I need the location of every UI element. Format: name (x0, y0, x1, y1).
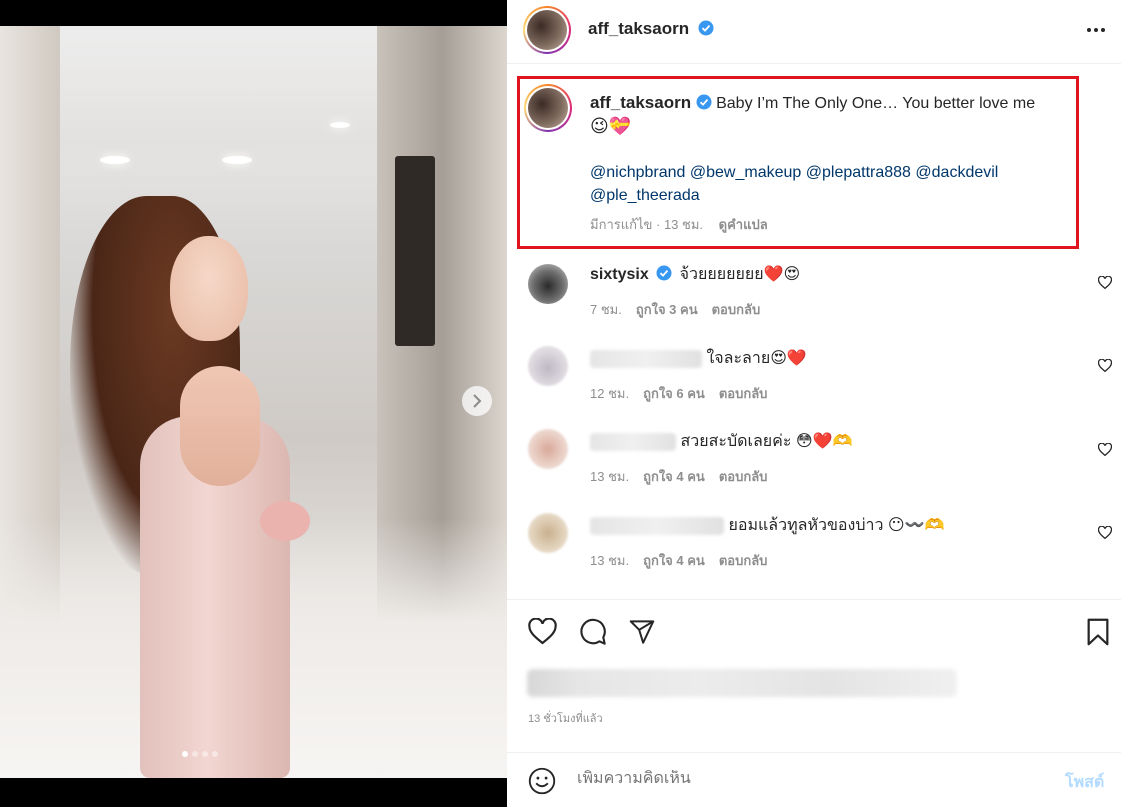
photo-ceiling-light (100, 156, 130, 164)
emoji-smiley-icon[interactable] (528, 767, 556, 795)
mention-link[interactable]: @plepattra888 (806, 164, 911, 181)
comment-line: สวยสะบัดเลยค่ะ 😳❤️🫶 (590, 431, 852, 453)
reply-button[interactable]: ตอบกลับ (719, 386, 768, 401)
commenter-avatar[interactable] (528, 513, 568, 553)
comment-item: สวยสะบัดเลยค่ะ 😳❤️🫶 13 ชม. ถูกใจ 4 คน ตอบก… (507, 425, 1121, 509)
comment-text: ยอมแล้วทูลหัวของบ่าว 😶〰️🫶 (728, 517, 945, 534)
comment-text: สวยสะบัดเลยค่ะ 😳❤️🫶 (680, 433, 853, 450)
carousel-dot (212, 751, 218, 757)
comment-item: sixtysix จ้วยยยยยยย❤️😍 7 ชม. ถูกใจ 3 คน ตอ… (507, 258, 1121, 342)
like-comment-heart-icon[interactable] (1098, 526, 1112, 539)
photo-door (395, 156, 435, 346)
more-dot (1087, 28, 1091, 32)
commenter-username[interactable]: sixtysix (590, 266, 649, 283)
caption-edited-time: มีการแก้ไข · 13 ชม. (590, 217, 704, 232)
photo-face (170, 236, 248, 341)
verified-badge-icon (696, 94, 712, 110)
mention-link[interactable]: @ple_theerada (590, 187, 700, 204)
post-timestamp: 13 ชั่วโมงที่แล้ว (528, 713, 603, 725)
comment-time: 7 ชม. (590, 302, 622, 317)
like-heart-icon[interactable] (528, 618, 557, 645)
verified-badge-icon (698, 20, 714, 36)
commenter-username-blurred[interactable] (590, 349, 702, 368)
action-bar (507, 599, 1121, 659)
comment-meta: 13 ชม. ถูกใจ 4 คน ตอบกลับ (590, 550, 767, 571)
comment-meta: 13 ชม. ถูกใจ 4 คน ตอบกลับ (590, 466, 767, 487)
add-comment-input[interactable] (577, 770, 997, 788)
author-username[interactable]: aff_taksaorn (588, 19, 689, 38)
commenter-avatar[interactable] (528, 429, 568, 469)
post-header: aff_taksaorn (507, 0, 1121, 64)
post-photo[interactable] (0, 26, 507, 778)
comment-meta: 12 ชม. ถูกใจ 6 คน ตอบกลับ (590, 383, 767, 404)
commenter-username-blurred[interactable] (590, 516, 724, 535)
more-options-button[interactable] (1083, 20, 1109, 40)
caption-text: Baby I’m The Only One… You better love m… (716, 95, 1036, 112)
author-avatar[interactable] (523, 6, 571, 54)
author-name-row: aff_taksaorn (588, 19, 714, 39)
comment-bubble-icon[interactable] (579, 618, 607, 646)
photo-dress-bow (260, 501, 310, 541)
caption-emoji: 😉💝 (590, 116, 632, 136)
comment-line: sixtysix จ้วยยยยยยย❤️😍 (590, 264, 800, 286)
caption-author-avatar[interactable] (524, 84, 572, 132)
post-caption: aff_taksaorn Baby I’m The Only One… You b… (590, 91, 1080, 236)
likes-summary-blurred[interactable] (527, 669, 957, 697)
mention-link[interactable]: @dackdevil (915, 164, 998, 181)
comment-time: 13 ชม. (590, 469, 630, 484)
comment-time: 12 ชม. (590, 386, 630, 401)
comment-likes-link[interactable]: ถูกใจ 6 คน (643, 386, 705, 401)
reply-button[interactable]: ตอบกลับ (719, 553, 768, 568)
post-details-panel: aff_taksaorn aff_taksaorn Baby I’m The On… (507, 0, 1121, 807)
comment-meta: 7 ชม. ถูกใจ 3 คน ตอบกลับ (590, 299, 760, 320)
caption-author-username[interactable]: aff_taksaorn (590, 93, 691, 112)
comment-line: ยอมแล้วทูลหัวของบ่าว 😶〰️🫶 (590, 515, 944, 537)
commenter-avatar[interactable] (528, 346, 568, 386)
mention-link[interactable]: @bew_makeup (690, 164, 801, 181)
commenter-username-blurred[interactable] (590, 432, 676, 451)
comment-likes-link[interactable]: ถูกใจ 4 คน (643, 553, 705, 568)
chevron-right-icon (473, 394, 482, 408)
mention-link[interactable]: @nichpbrand (590, 164, 685, 181)
like-comment-heart-icon[interactable] (1098, 359, 1112, 372)
post-photo-panel (0, 0, 507, 807)
photo-ceiling-light (222, 156, 252, 164)
photo-ceiling-light (330, 122, 350, 128)
carousel-dots (182, 751, 218, 757)
reply-button[interactable]: ตอบกลับ (719, 469, 768, 484)
save-bookmark-icon[interactable] (1086, 618, 1110, 646)
see-translation-link[interactable]: ดูคำแปล (719, 217, 768, 232)
more-dot (1101, 28, 1105, 32)
comment-likes-link[interactable]: ถูกใจ 4 คน (643, 469, 705, 484)
post-comment-button[interactable]: โพสต์ (1065, 770, 1104, 795)
comment-item: ใจละลาย😍❤️ 12 ชม. ถูกใจ 6 คน ตอบกลับ (507, 342, 1121, 426)
comment-item: ยอมแล้วทูลหัวของบ่าว 😶〰️🫶 13 ชม. ถูกใจ 4 … (507, 509, 1121, 593)
like-comment-heart-icon[interactable] (1098, 443, 1112, 456)
comment-likes-link[interactable]: ถูกใจ 3 คน (636, 302, 698, 317)
more-dot (1094, 28, 1098, 32)
reply-button[interactable]: ตอบกลับ (712, 302, 761, 317)
caption-meta: มีการแก้ไข · 13 ชม. ดูคำแปล (590, 213, 1080, 236)
comment-text: จ้วยยยยยยย❤️😍 (679, 266, 801, 283)
comment-line: ใจละลาย😍❤️ (590, 348, 807, 370)
share-send-icon[interactable] (628, 618, 656, 645)
carousel-dot-active (182, 751, 188, 757)
like-comment-heart-icon[interactable] (1098, 276, 1112, 289)
comment-time: 13 ชม. (590, 553, 630, 568)
verified-badge-icon (656, 265, 672, 281)
commenter-avatar[interactable] (528, 264, 568, 304)
photo-arm (180, 366, 260, 486)
comment-text: ใจละลาย😍❤️ (706, 350, 807, 367)
carousel-dot (202, 751, 208, 757)
comment-composer: โพสต์ (507, 752, 1121, 807)
carousel-dot (192, 751, 198, 757)
caption-mentions: @nichpbrand @bew_makeup @plepattra888 @d… (590, 161, 1080, 207)
next-photo-button[interactable] (462, 386, 492, 416)
